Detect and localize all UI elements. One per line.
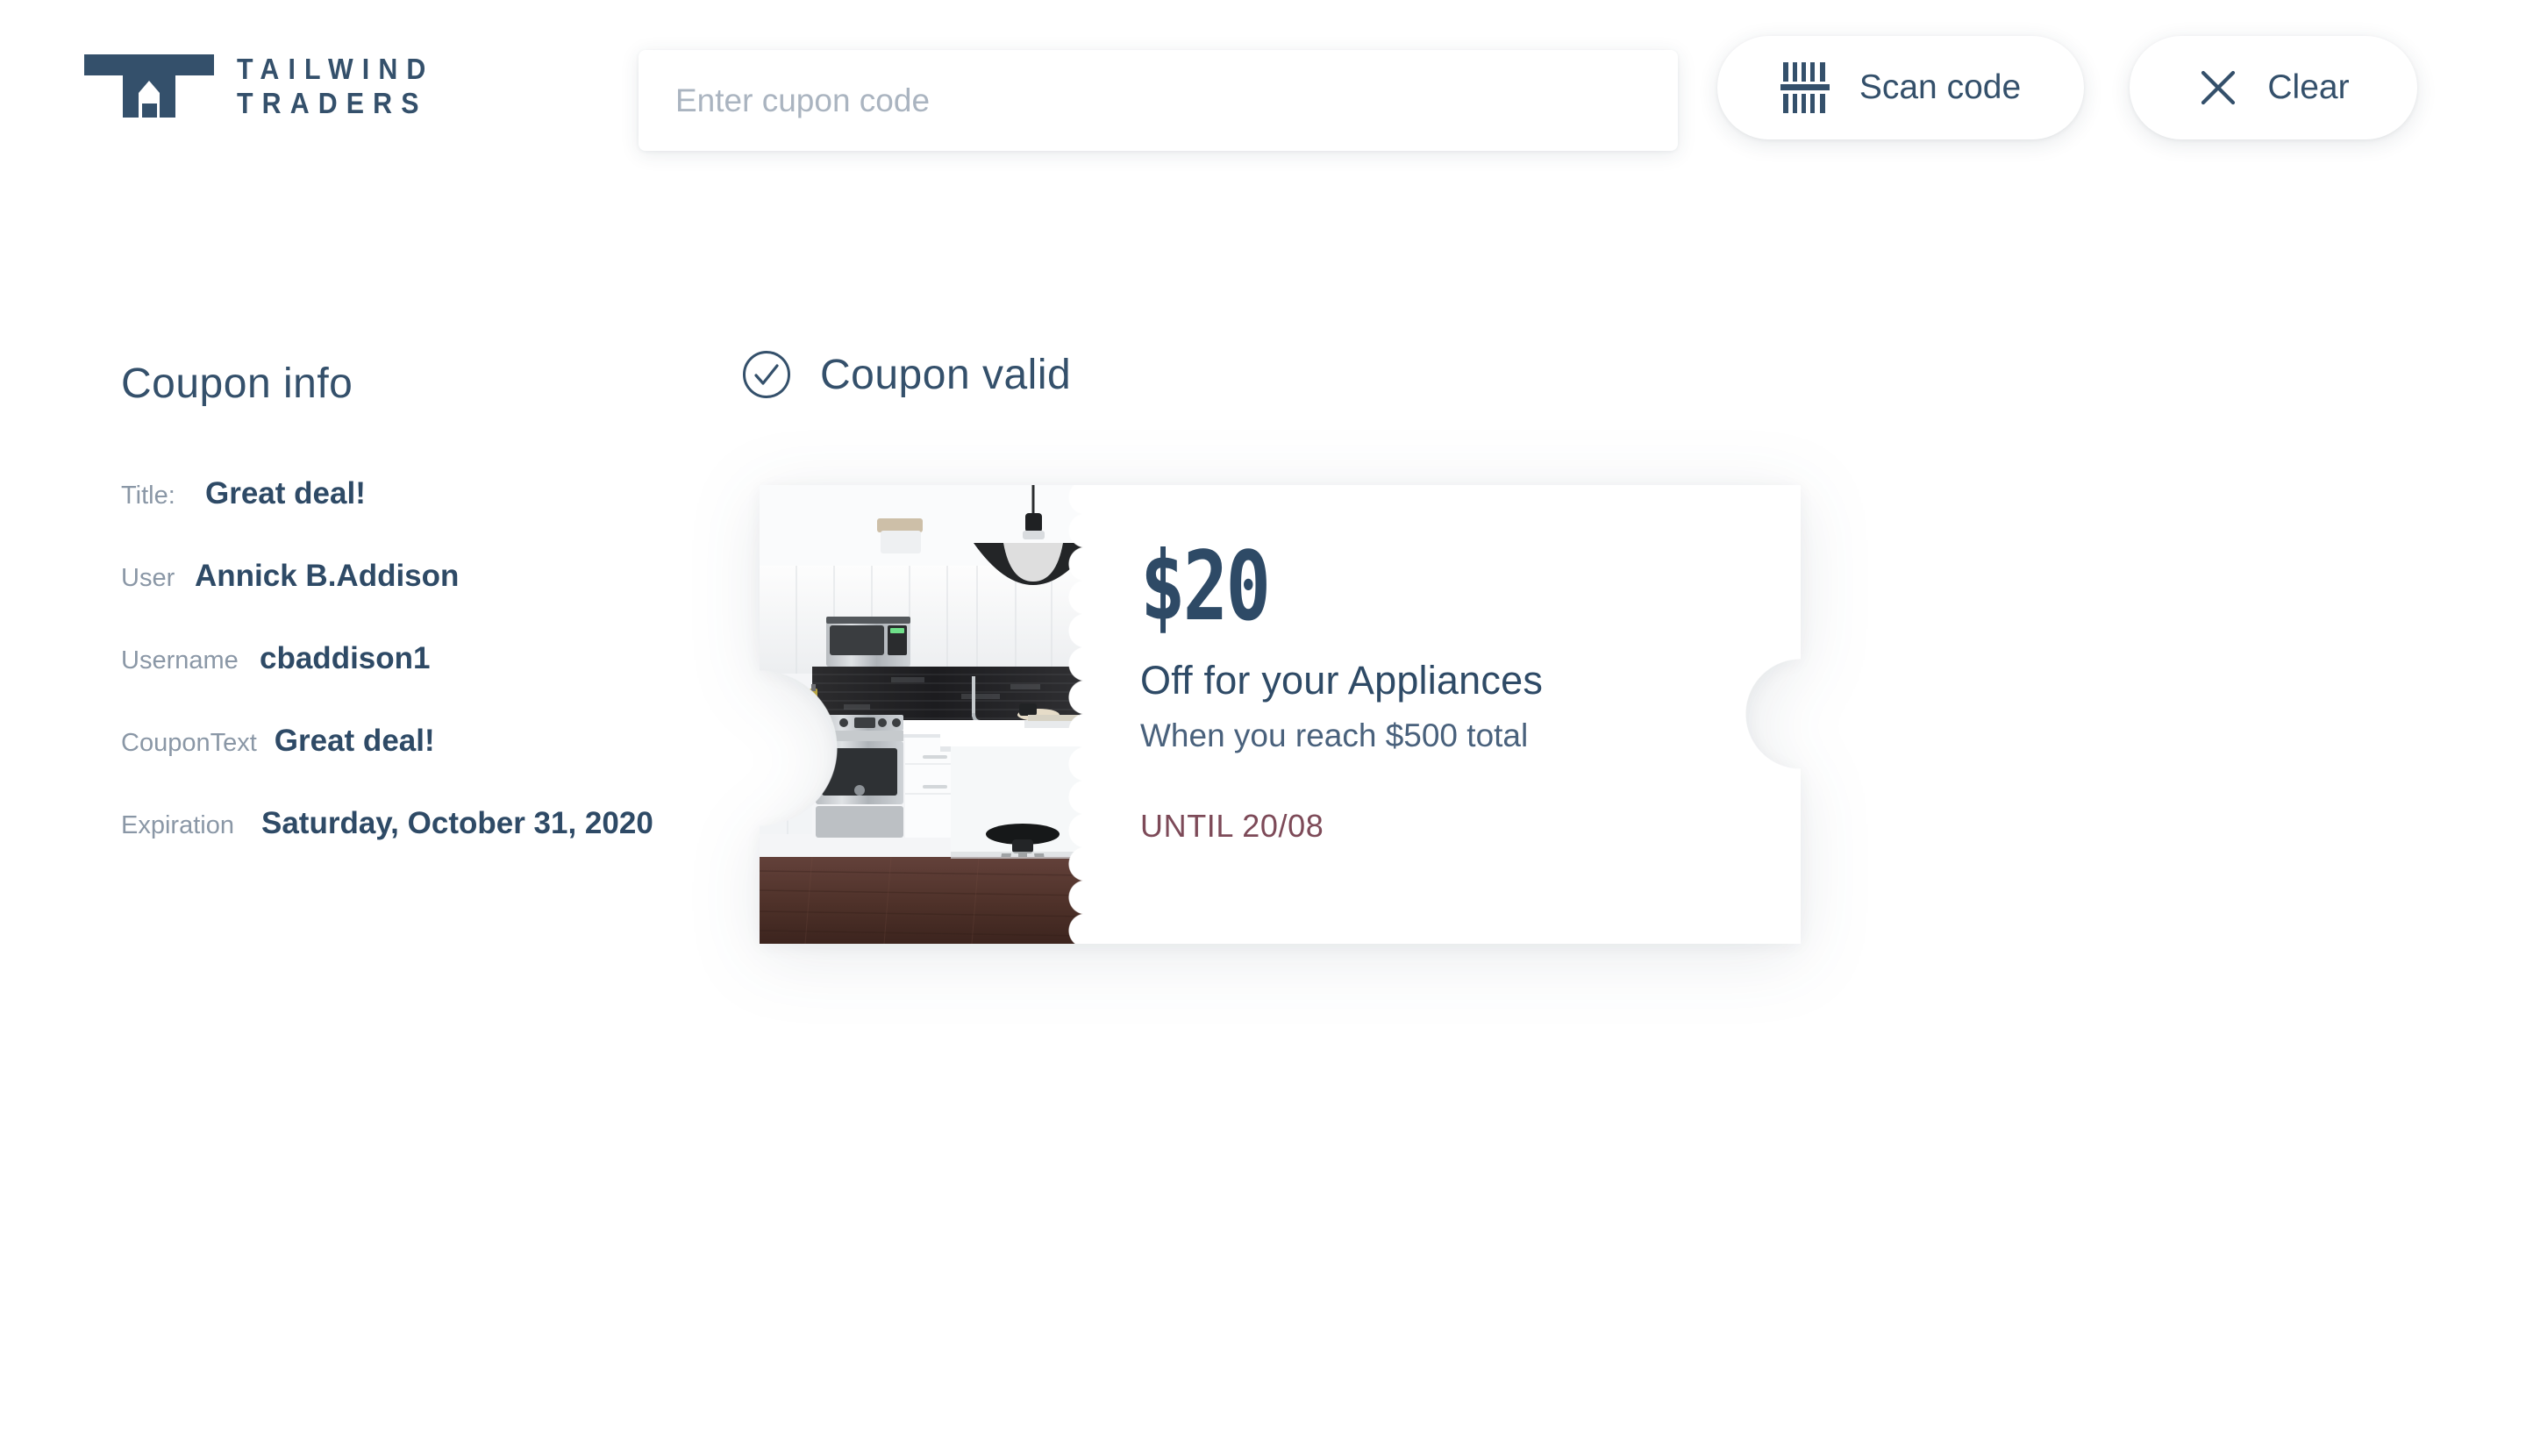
coupon-card-inner: $20 Off for your Appliances When you rea… xyxy=(760,485,1801,944)
coupon-headline: Off for your Appliances xyxy=(1140,658,1544,703)
info-row-coupontext: CouponText Great deal! xyxy=(121,724,682,759)
close-icon xyxy=(2201,70,2236,105)
info-label-title: Title: xyxy=(121,482,175,510)
coupon-subtext: When you reach $500 total xyxy=(1140,717,1529,753)
brand-logo[interactable]: TAILWIND TRADERS xyxy=(84,54,452,118)
search-input[interactable] xyxy=(675,82,1641,119)
info-label-username: Username xyxy=(121,646,239,674)
check-circle-icon xyxy=(743,351,790,398)
info-label-expiration: Expiration xyxy=(121,811,234,839)
clear-label: Clear xyxy=(2267,68,2350,106)
coupon-info-panel: Coupon info Title: Great deal! User Anni… xyxy=(121,360,682,841)
app-header: TAILWIND TRADERS Enter cupon code Scan c… xyxy=(0,0,2526,175)
info-row-title: Title: Great deal! xyxy=(121,476,682,511)
info-value-coupontext: Great deal! xyxy=(274,724,435,758)
coupon-details: $20 Off for your Appliances When you rea… xyxy=(1140,485,1801,944)
info-value-username: cbaddison1 xyxy=(260,641,431,675)
info-value-title: Great deal! xyxy=(205,476,366,510)
clear-button[interactable]: Clear xyxy=(2130,36,2417,139)
info-row-user: User Annick B.Addison xyxy=(121,559,682,594)
brand-name-line2: TRADERS xyxy=(237,87,428,119)
status-badge: Coupon valid xyxy=(820,351,1072,398)
barcode-icon xyxy=(1780,62,1830,113)
brand-wordmark: TAILWIND TRADERS xyxy=(237,54,452,118)
scan-code-button[interactable]: Scan code xyxy=(1717,36,2084,139)
kitchen-photo-illustration xyxy=(760,485,1086,944)
info-label-user: User xyxy=(121,564,175,592)
info-value-user: Annick B.Addison xyxy=(195,559,460,593)
info-row-username: Username cbaddison1 xyxy=(121,641,682,676)
coupon-info-heading: Coupon info xyxy=(121,360,353,407)
coupon-validation-page: TAILWIND TRADERS Enter cupon code Scan c… xyxy=(0,0,2526,1456)
coupon-expiry-note: UNTIL 20/08 xyxy=(1140,808,1324,844)
info-value-expiration: Saturday, October 31, 2020 xyxy=(261,806,653,840)
house-logo-icon xyxy=(84,54,214,118)
info-row-expiration: Expiration Saturday, October 31, 2020 xyxy=(121,806,682,841)
coupon-image xyxy=(760,485,1086,944)
coupon-card[interactable]: $20 Off for your Appliances When you rea… xyxy=(760,485,1801,944)
coupon-amount: $20 xyxy=(1140,531,1271,642)
scan-code-label: Scan code xyxy=(1859,68,2022,106)
info-label-coupontext: CouponText xyxy=(121,729,257,757)
coupon-status: Coupon valid xyxy=(741,349,1071,400)
coupon-search-box[interactable] xyxy=(639,50,1678,151)
brand-name-line1: TAILWIND xyxy=(237,53,435,85)
